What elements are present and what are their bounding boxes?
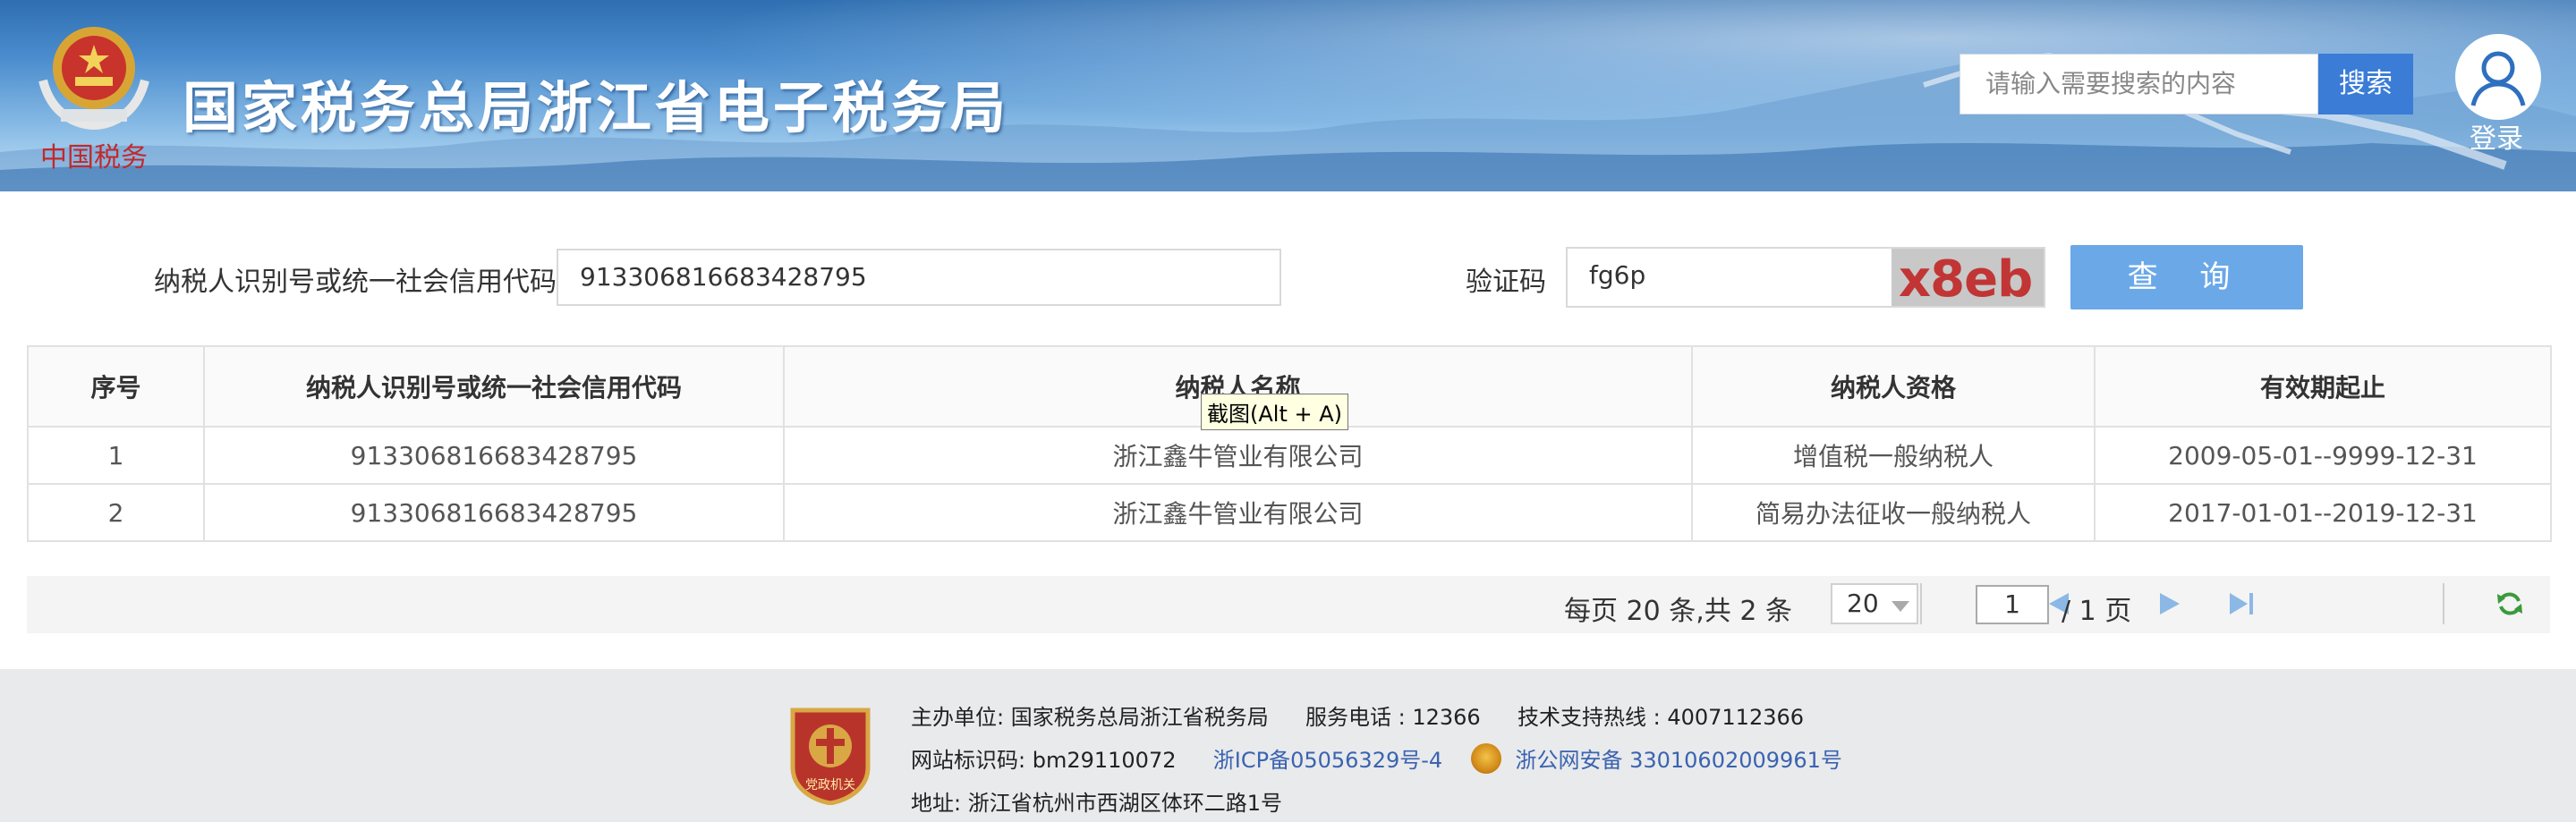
site-title: 国家税务总局浙江省电子税务局 [183,75,1010,140]
pager-divider [2443,583,2444,624]
column-header: 有效期起止 [2094,345,2552,428]
refresh-icon[interactable] [2495,590,2525,617]
pager-divider [1920,583,1922,624]
query-button[interactable]: 查 询 [2070,245,2303,309]
footer-line-records: 网站标识码: bm29110072 浙ICP备05056329号-4 浙公网安备… [911,742,1842,776]
table-cell: 2009-05-01--9999-12-31 [2094,426,2552,485]
police-badge-icon [1470,743,1501,774]
table-cell: 浙江鑫牛管业有限公司 [783,483,1693,542]
footer-site-code: 网站标识码: bm29110072 [911,748,1177,773]
screenshot-tooltip: 截图(Alt + A) [1201,394,1349,430]
table-cell: 1 [27,426,205,485]
taxid-input[interactable]: 913306816683428795 [557,249,1281,306]
footer-line-host: 主办单位: 国家税务总局浙江省税务局 服务电话 : 12366 技术支持热线 :… [911,699,1804,731]
svg-text:中国税务: 中国税务 [40,142,148,174]
table-cell: 913306816683428795 [203,483,785,542]
page-number-input[interactable]: 1 [1976,585,2049,624]
site-header: 中国税务 国家税务总局浙江省电子税务局 请输入需要搜索的内容 搜索 登录 [0,0,2576,191]
footer-address: 地址: 浙江省杭州市西湖区体环二路1号 [911,791,1282,816]
chevron-down-icon [1892,601,1909,612]
table-cell: 增值税一般纳税人 [1691,426,2096,485]
table-cell: 2017-01-01--2019-12-31 [2094,483,2552,542]
captcha-image[interactable]: x8eb [1892,249,2044,306]
table-cell: 简易办法征收一般纳税人 [1691,483,2096,542]
page-total: / 1 页 [2062,596,2132,627]
last-page-icon[interactable] [2226,590,2257,617]
column-header: 序号 [27,345,205,428]
table-row[interactable]: 1 913306816683428795 浙江鑫牛管业有限公司 增值税一般纳税人… [27,426,2552,485]
table-row[interactable]: 2 913306816683428795 浙江鑫牛管业有限公司 简易办法征收一般… [27,483,2552,542]
pager-info: 每页 20 条,共 2 条 [1564,596,1792,627]
column-header: 纳税人资格 [1691,345,2096,428]
search-input[interactable]: 请输入需要搜索的内容 [1960,54,2318,114]
column-header: 纳税人识别号或统一社会信用代码 [203,345,785,428]
table-cell: 浙江鑫牛管业有限公司 [783,426,1693,485]
taxid-label: 纳税人识别号或统一社会信用代码 [154,267,557,298]
page-size-value: 20 [1847,589,1879,618]
site-footer: 党政机关 主办单位: 国家税务总局浙江省税务局 服务电话 : 12366 技术支… [0,669,2576,822]
svg-text:党政机关: 党政机关 [805,778,855,792]
footer-support-hotline: 技术支持热线 : 4007112366 [1517,705,1805,730]
search-button[interactable]: 搜索 [2318,54,2413,114]
captcha-image-text: x8eb [1899,250,2033,306]
footer-service-phone: 服务电话 : 12366 [1305,705,1481,730]
captcha-label: 验证码 [1466,267,1546,298]
table-cell: 2 [27,483,205,542]
page-size-select[interactable]: 20 [1831,583,1918,624]
table-cell: 913306816683428795 [203,426,785,485]
footer-host: 主办单位: 国家税务总局浙江省税务局 [911,705,1269,730]
tax-emblem-logo: 中国税务 [38,27,149,174]
police-record-link[interactable]: 浙公网安备 33010602009961号 [1515,748,1841,773]
party-gov-badge-logo[interactable]: 党政机关 [787,705,873,805]
icp-link[interactable]: 浙ICP备05056329号-4 [1213,748,1442,773]
login-link[interactable]: 登录 [2470,116,2523,156]
next-page-icon[interactable] [2155,590,2185,617]
result-table: 序号 纳税人识别号或统一社会信用代码 纳税人名称 纳税人资格 有效期起止 1 9… [27,345,2552,542]
user-avatar-icon[interactable] [2455,34,2541,120]
pagination-bar: 每页 20 条,共 2 条 20 1 / 1 页 [27,576,2550,633]
